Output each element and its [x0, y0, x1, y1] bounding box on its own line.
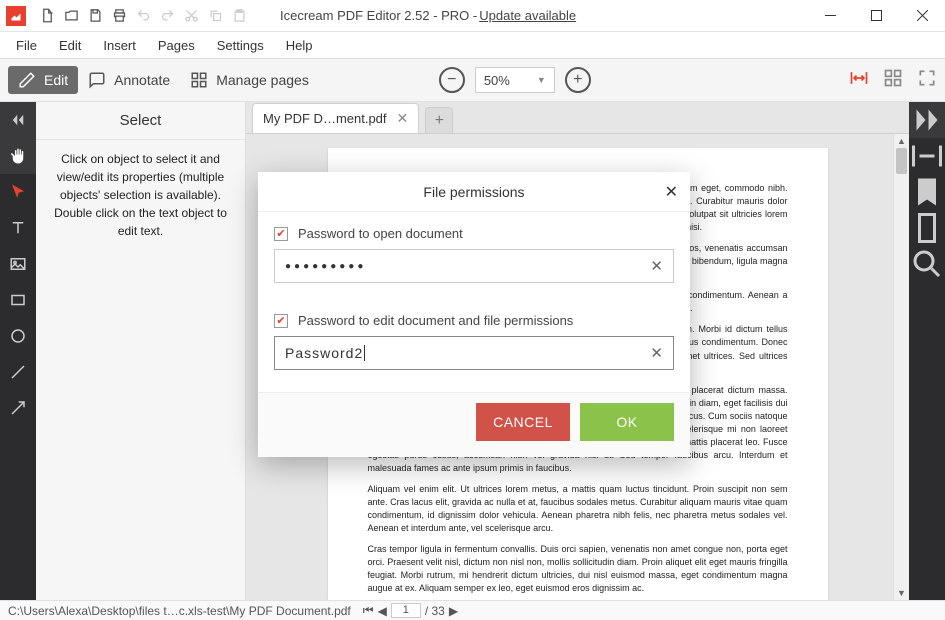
edit-password-value: Password2 — [285, 345, 650, 361]
checkbox-checked-icon: ✔ — [274, 314, 288, 328]
dialog-close-icon[interactable]: ✕ — [665, 182, 678, 202]
dialog-title: File permissions — [423, 184, 524, 200]
ok-button[interactable]: OK — [580, 403, 674, 441]
open-password-value: ●●●●●●●●● — [285, 261, 650, 272]
dialog-footer: CANCEL OK — [258, 392, 690, 457]
edit-check-label: Password to edit document and file permi… — [298, 313, 573, 328]
edit-password-field[interactable]: Password2 ✕ — [274, 336, 674, 370]
dialog-overlay: File permissions ✕ ✔ Password to open do… — [0, 0, 945, 620]
dialog-header: File permissions ✕ — [258, 172, 690, 212]
open-check-label: Password to open document — [298, 226, 463, 241]
clear-input-icon[interactable]: ✕ — [650, 257, 663, 275]
checkbox-checked-icon: ✔ — [274, 227, 288, 241]
dialog-body: ✔ Password to open document ●●●●●●●●● ✕ … — [258, 212, 690, 392]
open-password-field[interactable]: ●●●●●●●●● ✕ — [274, 249, 674, 283]
open-password-checkbox[interactable]: ✔ Password to open document — [274, 226, 674, 241]
cancel-button[interactable]: CANCEL — [476, 403, 570, 441]
clear-input-icon[interactable]: ✕ — [650, 344, 663, 362]
edit-password-checkbox[interactable]: ✔ Password to edit document and file per… — [274, 313, 674, 328]
file-permissions-dialog: File permissions ✕ ✔ Password to open do… — [258, 172, 690, 457]
